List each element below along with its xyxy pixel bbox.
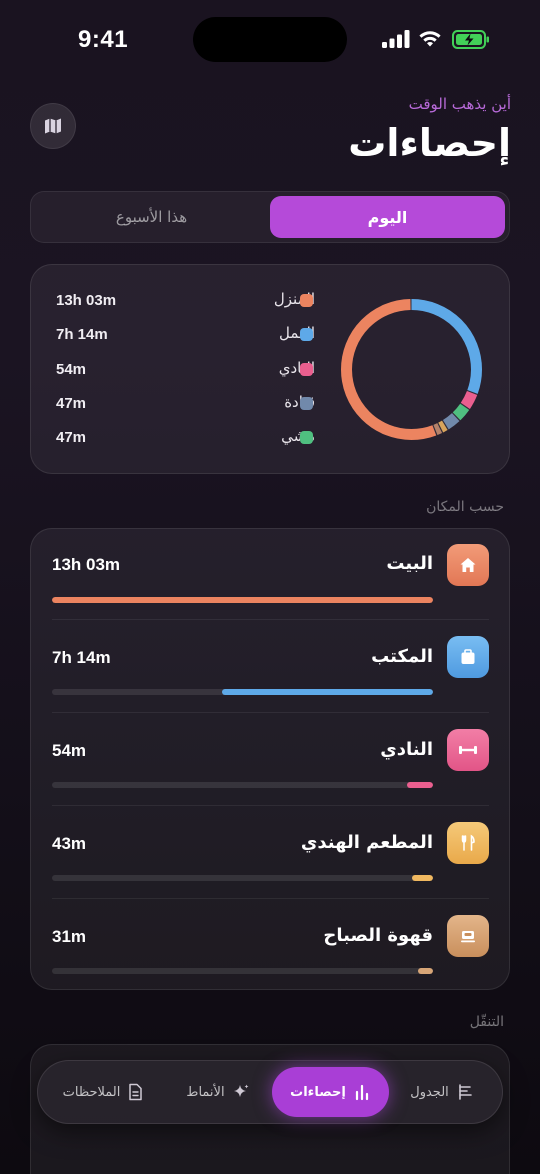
place-duration: 7h 14m xyxy=(52,648,111,667)
place-duration: 31m xyxy=(52,927,87,946)
house-icon xyxy=(447,544,489,586)
place-name: النادي xyxy=(380,739,433,760)
tab-label: الملاحظات xyxy=(62,1084,121,1100)
place-progress-bar xyxy=(52,875,433,881)
tab-label: الجدول xyxy=(410,1084,449,1100)
sparkle-icon xyxy=(233,1084,249,1097)
tab-label: الأنماط xyxy=(186,1084,225,1100)
map-icon xyxy=(45,118,61,134)
document-icon xyxy=(129,1083,143,1101)
legend-swatch xyxy=(300,363,313,376)
legend-swatch xyxy=(300,294,313,307)
section-label-by-place: حسب المكان xyxy=(426,499,504,515)
legend-swatch xyxy=(300,328,313,341)
coffee-icon xyxy=(447,915,489,957)
tab-timeline[interactable]: الجدول xyxy=(392,1067,492,1117)
place-duration: 43m xyxy=(52,834,87,853)
tab-patterns[interactable]: الأنماط xyxy=(168,1067,268,1117)
dumbbell-icon xyxy=(447,729,489,771)
place-name: المطعم الهندي xyxy=(300,832,433,853)
status-time: 9:41 xyxy=(78,26,129,53)
tab-notes[interactable]: الملاحظات xyxy=(44,1067,162,1117)
cellular-signal-icon xyxy=(382,30,410,48)
place-progress-bar xyxy=(52,782,433,788)
legend-value: 54m xyxy=(56,361,87,378)
segment-today[interactable]: اليوم xyxy=(270,196,505,238)
tab-label: إحصاءات xyxy=(290,1084,346,1100)
section-label-travel: التنقّل xyxy=(469,1014,504,1030)
bar-chart-icon xyxy=(355,1084,368,1101)
timeline-icon xyxy=(458,1084,472,1100)
legend-value: 47m xyxy=(56,395,87,412)
dynamic-island xyxy=(193,17,347,62)
row-divider xyxy=(52,805,489,806)
place-name: البيت xyxy=(386,553,433,574)
donut-chart xyxy=(341,299,482,440)
wifi-icon xyxy=(419,31,441,47)
row-divider xyxy=(52,712,489,713)
legend-swatch xyxy=(300,431,313,444)
place-duration: 54m xyxy=(52,741,87,760)
row-divider xyxy=(52,898,489,899)
utensils-icon xyxy=(447,822,489,864)
tab-stats[interactable]: إحصاءات xyxy=(272,1067,389,1117)
legend-value: 47m xyxy=(56,429,87,446)
battery-charging-icon xyxy=(452,30,489,49)
map-button[interactable] xyxy=(30,103,76,149)
place-duration: 13h 03m xyxy=(52,555,121,574)
page-subtitle: أين يذهب الوقت xyxy=(408,95,511,113)
place-progress-bar xyxy=(52,968,433,974)
place-progress-bar xyxy=(52,689,433,695)
place-name: قهوة الصباح xyxy=(323,925,433,946)
segment-this-week[interactable]: هذا الأسبوع xyxy=(35,196,268,238)
legend-swatch xyxy=(300,397,313,410)
legend-value: 13h 03m xyxy=(56,292,117,309)
page-title: إحصاءات xyxy=(348,121,511,165)
briefcase-icon xyxy=(447,636,489,678)
place-progress-bar xyxy=(52,597,433,603)
row-divider xyxy=(52,619,489,620)
place-name: المكتب xyxy=(371,646,433,667)
legend-value: 7h 14m xyxy=(56,326,108,343)
